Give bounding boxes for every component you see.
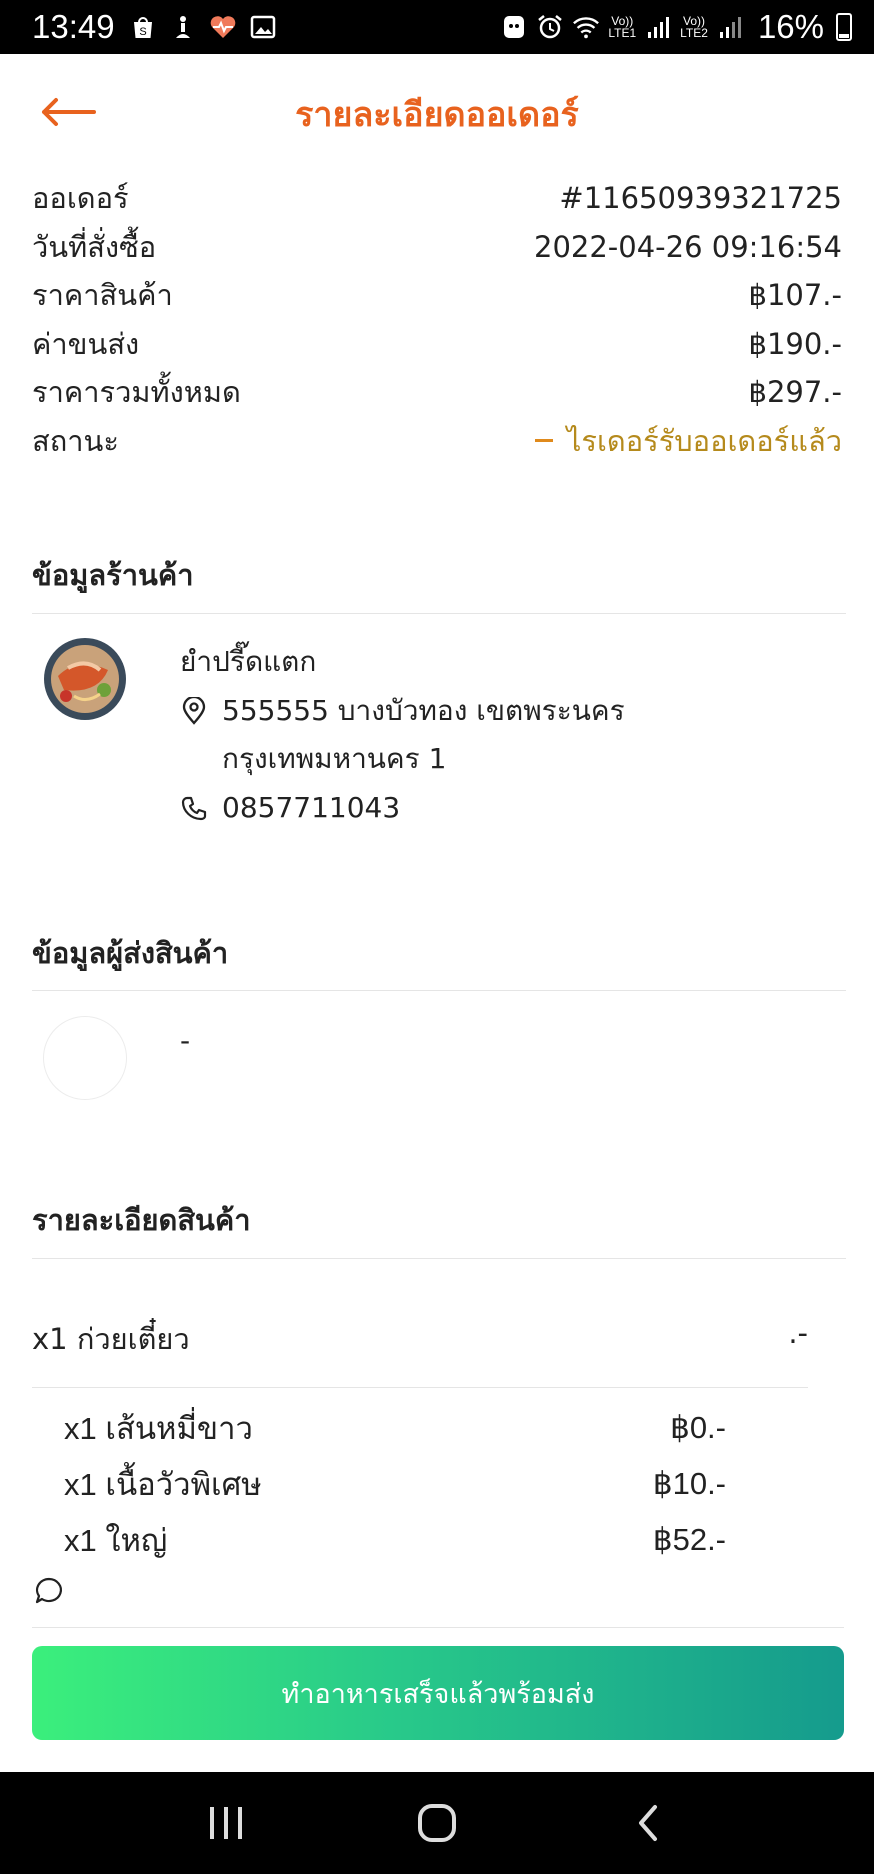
summary-value: 2022-04-26 09:16:54 [534,229,842,264]
summary-row-total: ราคารวมทั้งหมด ฿297.- [32,368,842,417]
summary-label: วันที่สั่งซื้อ [32,229,157,264]
summary-label: ค่าขนส่ง [32,326,140,361]
summary-label: ราคาสินค้า [32,278,173,313]
shop-info: ยำปรี๊ดแตก 555555 บางบัวทอง เขตพระนคร กร… [180,638,625,832]
back-nav-button[interactable] [618,1793,678,1853]
summary-row-order-date: วันที่สั่งซื้อ 2022-04-26 09:16:54 [32,223,842,272]
sim2-label: Vo)) LTE2 [680,14,708,40]
summary-label: ราคารวมทั้งหมด [32,375,241,410]
accessibility-icon [169,13,197,41]
shop-address-cont: กรุงเทพมหานคร 1 [180,735,625,784]
alarm-icon [536,13,564,41]
back-icon [639,1805,658,1841]
divider [32,1258,846,1259]
option-price: ฿0.- [670,1410,726,1445]
status-dash-icon [534,439,553,443]
item-option: x1 ใหญ่ ฿52.- [64,1512,726,1568]
status-bar: 13:49 S Vo)) LTE1 Vo)) LTE2 16% [0,0,874,54]
home-icon [417,1804,456,1842]
summary-value: ฿297.- [748,375,843,410]
item-option: x1 เส้นหมี่ขาว ฿0.- [64,1400,726,1456]
system-status-icons: Vo)) LTE1 Vo)) LTE2 16% [500,8,852,46]
rider-avatar [43,1016,127,1100]
shop-avatar [44,638,126,720]
option-label: x1 ใหญ่ [64,1523,168,1558]
shop-section-title: ข้อมูลร้านค้า [32,558,194,592]
battery-percent: 16% [757,8,824,45]
shop-address: 555555 บางบัวทอง เขตพระนคร [180,687,625,736]
option-label: x1 เส้นหมี่ขาว [64,1411,253,1446]
notification-icons: S [129,13,277,41]
item-option: x1 เนื้อวัวพิเศษ ฿10.- [64,1456,726,1512]
status-badge: ไรเดอร์รับออเดอร์แล้ว [534,418,842,464]
arrow-left-icon [42,98,96,126]
recent-apps-button[interactable] [196,1793,256,1853]
status-value: ไรเดอร์รับออเดอร์แล้ว [566,423,842,458]
order-item: x1 ก่วยเตี๋ยว .- [32,1316,842,1362]
item-price: .- [788,1316,808,1350]
summary-label: ออเดอร์ [32,181,129,216]
recent-apps-icon [209,1807,242,1839]
signal-icon [716,13,744,41]
summary-row-order-id: ออเดอร์ #11650939321725 [32,174,842,223]
wifi-icon [572,13,600,41]
rider-info: - [180,1016,190,1065]
rider-name: - [180,1016,190,1065]
divider [32,1627,844,1628]
phone-icon [180,794,208,822]
sim1-label: Vo)) LTE1 [608,14,637,40]
summary-value: #11650939321725 [559,181,842,216]
shop-address-line2: กรุงเทพมหานคร 1 [222,742,447,776]
items-section-title: รายละเอียดสินค้า [32,1203,251,1237]
heart-rate-icon [209,13,237,41]
app-header: รายละเอียดออเดอร์ [0,54,874,174]
shop-phone[interactable]: 0857711043 [180,784,625,833]
divider [32,990,846,991]
page-title: รายละเอียดออเดอร์ [295,95,579,135]
item-label: x1 ก่วยเตี๋ยว [32,1322,190,1356]
home-button[interactable] [407,1793,467,1853]
location-pin-icon [180,696,208,725]
summary-row-product-price: ราคาสินค้า ฿107.- [32,271,842,320]
back-button[interactable] [40,90,98,134]
status-label: สถานะ [32,423,119,458]
shop-name: ยำปรี๊ดแตก [180,638,625,687]
option-price: ฿52.- [652,1522,726,1557]
shopee-icon: S [129,13,157,41]
image-icon [249,13,277,41]
divider [32,613,846,614]
android-icon [500,13,528,41]
shop-name-text: ยำปรี๊ดแตก [180,645,317,679]
option-label: x1 เนื้อวัวพิเศษ [64,1467,262,1502]
shop-phone-number: 0857711043 [222,791,401,825]
svg-text:S: S [139,26,146,38]
system-nav-bar [0,1772,874,1874]
rider-name-text: - [180,1023,191,1057]
summary-row-status: สถานะ ไรเดอร์รับออเดอร์แล้ว [32,417,842,466]
summary-value: ฿107.- [748,278,843,313]
status-time: 13:49 [32,8,115,45]
summary-row-shipping-fee: ค่าขนส่ง ฿190.- [32,320,842,369]
item-options: x1 เส้นหมี่ขาว ฿0.- x1 เนื้อวัวพิเศษ ฿10… [64,1400,726,1568]
comment-icon [34,1576,64,1606]
order-summary: ออเดอร์ #11650939321725 วันที่สั่งซื้อ 2… [32,174,842,465]
divider [32,1387,808,1388]
signal-icon [644,13,672,41]
summary-value: ฿190.- [748,326,843,361]
shop-address-line1: 555555 บางบัวทอง เขตพระนคร [222,693,625,727]
rider-section-title: ข้อมูลผู้ส่งสินค้า [32,936,229,970]
option-price: ฿10.- [652,1466,726,1501]
ready-to-deliver-button[interactable]: ทำอาหารเสร็จแล้วพร้อมส่ง [32,1646,844,1740]
battery-icon [836,13,852,41]
